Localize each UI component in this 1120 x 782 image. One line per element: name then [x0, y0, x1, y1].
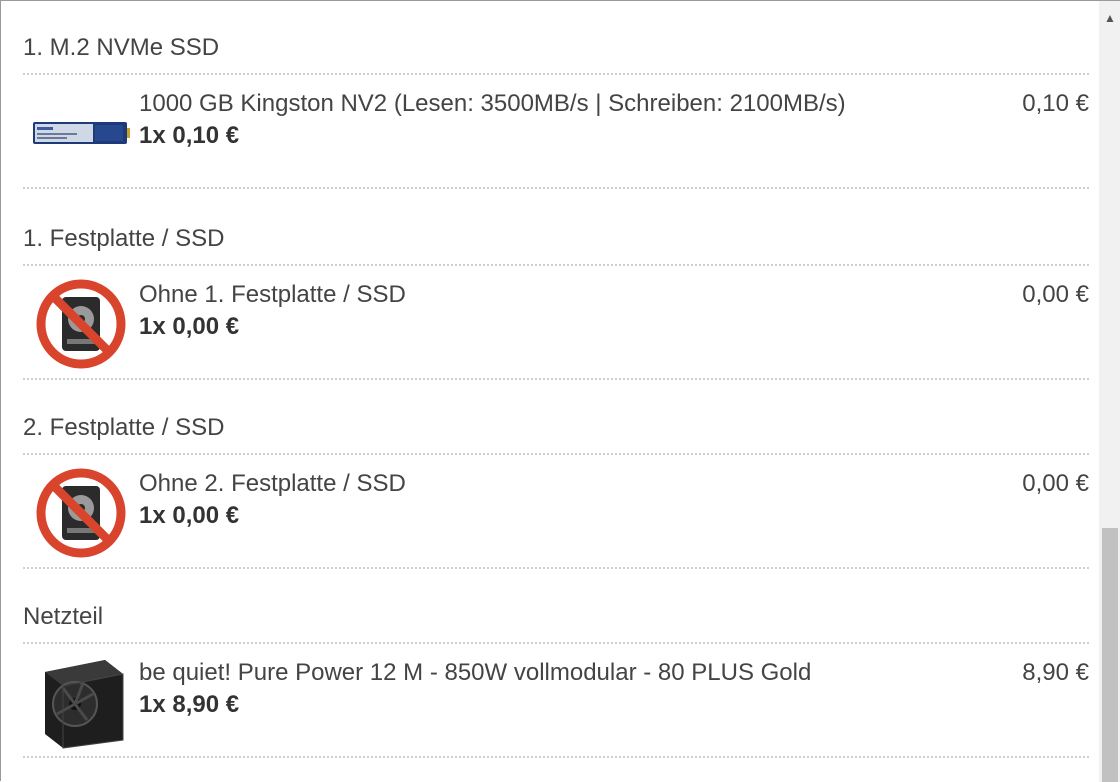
item-price: 0,00 €: [1022, 281, 1089, 308]
item-name: Ohne 2. Festplatte / SSD: [139, 470, 406, 497]
item-quantity-price: 1x 8,90 €: [139, 691, 240, 718]
section-m2-ssd: 1. M.2 NVMe SSD 1000 GB Kingston NV2 (Le…: [23, 35, 1089, 189]
item-name: Ohne 1. Festplatte / SSD: [139, 281, 406, 308]
no-drive-icon: [31, 276, 131, 372]
divider: [23, 567, 1089, 569]
item-price: 8,90 €: [1022, 659, 1089, 686]
item-quantity-price: 1x 0,00 €: [139, 502, 240, 529]
item-name: 1000 GB Kingston NV2 (Lesen: 3500MB/s | …: [139, 90, 846, 117]
section-title: 2. Festplatte / SSD: [23, 414, 225, 441]
divider: [23, 187, 1089, 189]
scroll-up-arrow-icon[interactable]: ▲: [1099, 1, 1120, 35]
section-title: 1. Festplatte / SSD: [23, 225, 225, 252]
divider: [23, 378, 1089, 380]
no-drive-icon: [31, 465, 131, 561]
vertical-scrollbar[interactable]: ▲: [1099, 1, 1120, 782]
list-item: be quiet! Pure Power 12 M - 850W vollmod…: [23, 644, 1089, 756]
section-power-supply: Netzteil be quiet! Pure Power 12 M - 850…: [23, 604, 1089, 758]
section-title: 1. M.2 NVMe SSD: [23, 34, 220, 61]
section-hdd-2: 2. Festplatte / SSD Ohne 2. Festplatte /…: [23, 415, 1089, 569]
section-title: Netzteil: [23, 603, 104, 630]
item-name: be quiet! Pure Power 12 M - 850W vollmod…: [139, 659, 812, 686]
scrollbar-thumb[interactable]: [1102, 528, 1118, 782]
item-price: 0,00 €: [1022, 470, 1089, 497]
divider: [23, 756, 1089, 758]
item-quantity-price: 1x 0,00 €: [139, 313, 240, 340]
configuration-summary-panel: 1. M.2 NVMe SSD 1000 GB Kingston NV2 (Le…: [0, 0, 1120, 782]
list-item: Ohne 1. Festplatte / SSD 1x 0,00 € 0,00 …: [23, 266, 1089, 378]
power-supply-icon: [31, 654, 131, 750]
list-item: Ohne 2. Festplatte / SSD 1x 0,00 € 0,00 …: [23, 455, 1089, 567]
ssd-module-icon: [31, 85, 131, 181]
section-hdd-1: 1. Festplatte / SSD Ohne 1. Festplatte /…: [23, 226, 1089, 380]
item-quantity-price: 1x 0,10 €: [139, 122, 240, 149]
item-price: 0,10 €: [1022, 90, 1089, 117]
list-item: 1000 GB Kingston NV2 (Lesen: 3500MB/s | …: [23, 75, 1089, 187]
